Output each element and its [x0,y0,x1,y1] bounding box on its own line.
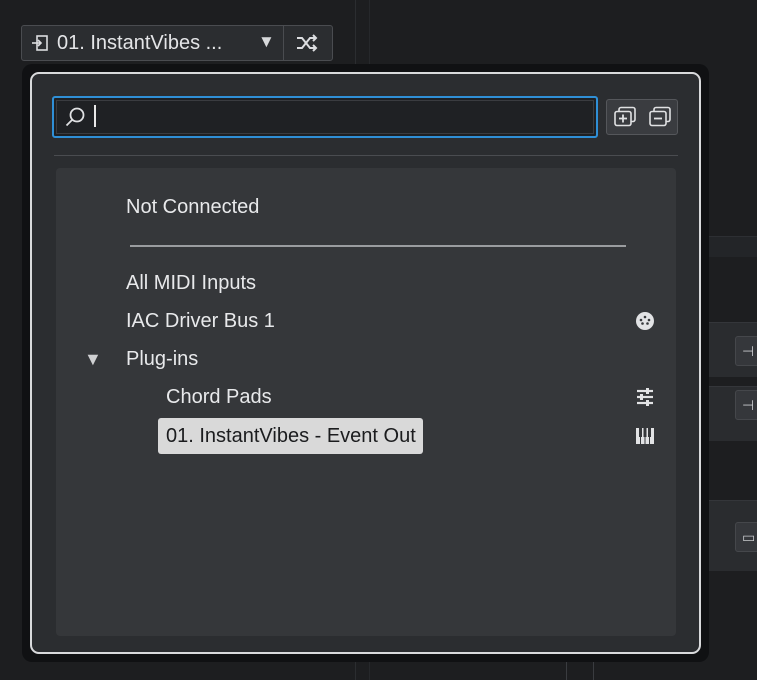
bg-routing-button[interactable]: ⊣ [735,336,757,366]
bg-panel [706,236,757,257]
list-item-all-midi-inputs[interactable]: All MIDI Inputs [126,272,256,295]
input-list: Not Connected All MIDI Inputs IAC Driver… [56,168,676,636]
bg-column-divider [593,660,594,680]
input-route-icon [30,33,50,53]
bg-column-divider [566,660,567,680]
text-cursor [94,105,96,127]
collapse-all-button[interactable] [647,104,673,130]
popup-content: Not Connected All MIDI Inputs IAC Driver… [30,72,701,654]
bg-routing-button[interactable]: ⊣ [735,390,757,420]
sliders-icon [634,386,656,408]
list-item-chord-pads[interactable]: Chord Pads [166,386,272,409]
search-field-focus-ring [52,96,598,138]
expand-caret-icon[interactable]: ▼ [84,349,102,370]
header-separator [54,155,678,156]
app-window: ⊣ ⊣ ▭ 01. InstantVibes ... ▼ Not Connect… [0,0,757,680]
expand-all-icon [613,106,636,127]
list-item-not-connected[interactable]: Not Connected [126,196,259,219]
collapse-all-icon [648,106,671,127]
bg-monitor-button[interactable]: ▭ [735,522,757,552]
search-input[interactable] [56,100,594,134]
list-item-selected-instantvibes[interactable]: 01. InstantVibes - Event Out [158,418,423,454]
shuffle-icon[interactable] [295,32,319,54]
tree-buttons [606,99,678,135]
route-output-icon: ⊣ [742,342,755,359]
piano-keys-icon [634,425,656,447]
selector-divider [283,26,284,60]
list-divider [130,245,626,247]
route-output-icon: ⊣ [742,396,755,413]
list-item-plugins[interactable]: Plug-ins [126,348,198,371]
selector-label: 01. InstantVibes ... [57,31,223,54]
midi-port-icon [634,310,656,332]
list-item-iac-driver-bus[interactable]: IAC Driver Bus 1 [126,310,275,333]
chevron-down-icon[interactable]: ▼ [258,32,275,52]
input-routing-popup: Not Connected All MIDI Inputs IAC Driver… [22,64,709,662]
expand-all-button[interactable] [612,104,638,130]
midi-input-selector[interactable]: 01. InstantVibes ... ▼ [21,25,333,61]
monitor-icon: ▭ [742,528,756,545]
